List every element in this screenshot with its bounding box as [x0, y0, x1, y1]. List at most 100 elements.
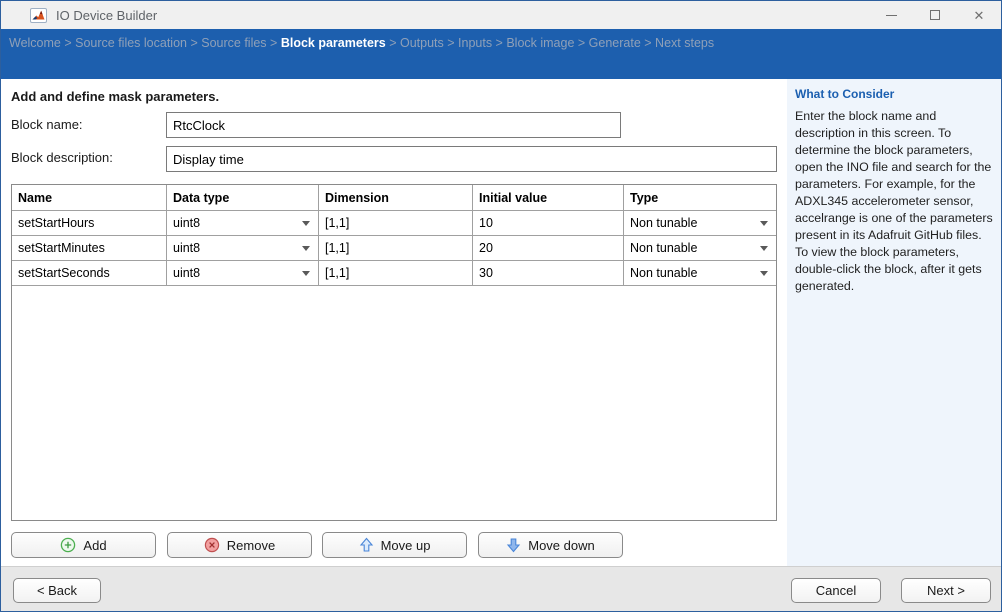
breadcrumb-item-outputs[interactable]: Outputs: [400, 36, 444, 50]
cancel-button[interactable]: Cancel: [791, 578, 881, 603]
breadcrumb-separator: >: [187, 36, 201, 50]
cell-value: uint8: [173, 216, 200, 230]
cell-value: Non tunable: [630, 216, 697, 230]
table-cell[interactable]: Non tunable: [624, 236, 776, 261]
remove-button[interactable]: Remove: [167, 532, 312, 558]
block-name-input[interactable]: [166, 112, 621, 138]
minimize-button[interactable]: [869, 1, 913, 29]
table-cell[interactable]: uint8: [167, 236, 319, 261]
table-cell[interactable]: setStartMinutes: [12, 236, 167, 261]
block-description-label: Block description:: [11, 150, 113, 165]
column-header-type: Type: [624, 185, 776, 211]
add-button-label: Add: [83, 538, 106, 553]
table-header-row: NameData typeDimensionInitial valueType: [12, 185, 776, 211]
title-bar: IO Device Builder ✕: [1, 1, 1001, 29]
table-cell[interactable]: 20: [473, 236, 624, 261]
table-actions: Add Remove Move up Move down: [1, 532, 787, 558]
help-sidebar: What to Consider Enter the block name an…: [787, 79, 1002, 566]
next-button[interactable]: Next >: [901, 578, 991, 603]
cell-value: Non tunable: [630, 241, 697, 255]
cell-value: [1,1]: [325, 216, 349, 230]
table-row[interactable]: setStartMinutes uint8 [1,1] 20 Non tunable: [12, 236, 776, 261]
arrow-down-icon: [506, 537, 521, 553]
column-header-data-type: Data type: [167, 185, 319, 211]
cell-value: uint8: [173, 266, 200, 280]
dropdown-arrow-icon[interactable]: [302, 246, 310, 251]
table-cell[interactable]: 10: [473, 211, 624, 236]
breadcrumb-separator: >: [267, 36, 281, 50]
column-header-name: Name: [12, 185, 167, 211]
dropdown-arrow-icon[interactable]: [760, 246, 768, 251]
move-up-button-label: Move up: [381, 538, 431, 553]
breadcrumb-item-welcome[interactable]: Welcome: [9, 36, 61, 50]
sidebar-body-text: Enter the block name and description in …: [795, 108, 996, 295]
plus-circle-icon: [60, 537, 76, 553]
page-title: Add and define mask parameters.: [11, 89, 219, 104]
main-content: Add and define mask parameters. Block na…: [1, 79, 787, 566]
table-row[interactable]: setStartSeconds uint8 [1,1] 30 Non tunable: [12, 261, 776, 286]
back-button[interactable]: < Back: [13, 578, 101, 603]
sidebar-heading: What to Consider: [795, 87, 992, 101]
cell-value: 30: [479, 266, 493, 280]
dropdown-arrow-icon[interactable]: [760, 221, 768, 226]
breadcrumb-item-source-files[interactable]: Source files: [201, 36, 266, 50]
table-cell[interactable]: setStartHours: [12, 211, 167, 236]
window-title: IO Device Builder: [56, 8, 157, 23]
breadcrumb-item-next-steps[interactable]: Next steps: [655, 36, 714, 50]
table-cell[interactable]: [1,1]: [319, 261, 473, 286]
breadcrumb-item-block-parameters[interactable]: Block parameters: [281, 36, 386, 50]
breadcrumb-separator: >: [444, 36, 458, 50]
remove-button-label: Remove: [227, 538, 275, 553]
cell-value: 20: [479, 241, 493, 255]
breadcrumb-item-source-files-location[interactable]: Source files location: [75, 36, 187, 50]
breadcrumb-item-block-image[interactable]: Block image: [506, 36, 574, 50]
breadcrumb-separator: >: [574, 36, 588, 50]
table-cell[interactable]: Non tunable: [624, 211, 776, 236]
dropdown-arrow-icon[interactable]: [302, 221, 310, 226]
column-header-initial-value: Initial value: [473, 185, 624, 211]
cell-value: setStartSeconds: [18, 266, 110, 280]
arrow-up-icon: [359, 537, 374, 553]
move-up-button[interactable]: Move up: [322, 532, 467, 558]
move-down-button-label: Move down: [528, 538, 594, 553]
cell-value: uint8: [173, 241, 200, 255]
cell-value: 10: [479, 216, 493, 230]
add-button[interactable]: Add: [11, 532, 156, 558]
breadcrumb-item-generate[interactable]: Generate: [589, 36, 641, 50]
matlab-logo-icon: [30, 8, 47, 23]
breadcrumb-separator: >: [641, 36, 655, 50]
breadcrumb-separator: >: [386, 36, 400, 50]
maximize-icon: [930, 10, 940, 20]
table-cell[interactable]: uint8: [167, 211, 319, 236]
move-down-button[interactable]: Move down: [478, 532, 623, 558]
cell-value: Non tunable: [630, 266, 697, 280]
table-cell[interactable]: Non tunable: [624, 261, 776, 286]
dropdown-arrow-icon[interactable]: [760, 271, 768, 276]
table-cell[interactable]: setStartSeconds: [12, 261, 167, 286]
close-button[interactable]: ✕: [957, 1, 1001, 29]
dropdown-arrow-icon[interactable]: [302, 271, 310, 276]
cell-value: [1,1]: [325, 266, 349, 280]
breadcrumb-separator: >: [492, 36, 506, 50]
maximize-button[interactable]: [913, 1, 957, 29]
breadcrumb: Welcome > Source files location > Source…: [1, 29, 1001, 79]
table-cell[interactable]: uint8: [167, 261, 319, 286]
close-icon: ✕: [974, 9, 985, 22]
table-cell[interactable]: 30: [473, 261, 624, 286]
table-cell[interactable]: [1,1]: [319, 211, 473, 236]
parameters-table: NameData typeDimensionInitial valueType …: [11, 184, 777, 521]
breadcrumb-item-inputs[interactable]: Inputs: [458, 36, 492, 50]
table-cell[interactable]: [1,1]: [319, 236, 473, 261]
io-device-builder-window: IO Device Builder ✕ Welcome > Source fil…: [0, 0, 1002, 612]
block-name-label: Block name:: [11, 117, 83, 132]
cell-value: setStartHours: [18, 216, 94, 230]
cross-circle-icon: [204, 537, 220, 553]
breadcrumb-separator: >: [61, 36, 75, 50]
footer-bar: < Back Cancel Next >: [1, 566, 1001, 612]
cell-value: [1,1]: [325, 241, 349, 255]
table-body: setStartHoursuint8[1,1]10Non tunablesetS…: [12, 211, 776, 286]
minimize-icon: [886, 15, 897, 16]
block-description-input[interactable]: [166, 146, 777, 172]
column-header-dimension: Dimension: [319, 185, 473, 211]
table-row[interactable]: setStartHours uint8 [1,1] 10 Non tunable: [12, 211, 776, 236]
